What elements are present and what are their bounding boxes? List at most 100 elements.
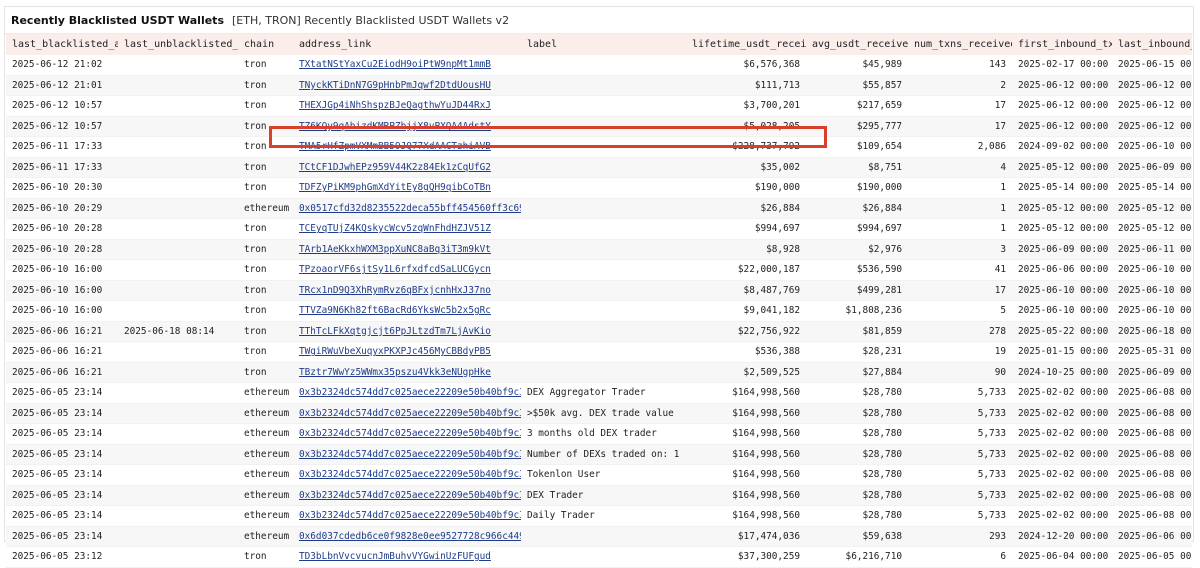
label-cell (521, 280, 686, 301)
label-cell: Daily Trader (521, 505, 686, 527)
address-link[interactable]: TThTcLFkXqtgjcjt6PpJLtzdTm7LjAvKio (299, 326, 491, 337)
num-txns-cell: 5,733 (908, 505, 1012, 527)
label-cell (521, 239, 686, 260)
address-link[interactable]: TNyckKTiDnN7G9pHnbPmJqwf2DtdUousHU (299, 80, 491, 91)
address-link[interactable]: TCEyqTUjZ4KQskycWcv5zqWnFhdHZJV51Z (299, 223, 491, 234)
table-row: 2025-06-05 23:14 ethereum 0x3b2324dc574dd7… (6, 444, 1192, 465)
lifetime-usdt-cell: $22,000,187 (686, 259, 806, 281)
label-cell (521, 198, 686, 219)
column-header-avg-usdt-received[interactable]: avg_usdt_received (806, 34, 908, 55)
address-link[interactable]: TDFZyPiKM9phGmXdYitEy8gQH9qibCoTBn (299, 182, 491, 193)
table-row: 2025-06-05 23:14 ethereum 0x3b2324dc574dd7… (6, 382, 1192, 404)
table-row: 2025-06-05 23:14 ethereum 0x3b2324dc574dd7… (6, 485, 1192, 506)
last-inbound-cell: 2025-06-18 00:00 (1112, 321, 1192, 342)
address-link[interactable]: 0x3b2324dc574dd7c025aece22209e50b40bf9c3… (299, 449, 521, 460)
avg-usdt-cell: $28,780 (806, 423, 908, 445)
label-cell (521, 218, 686, 240)
address-link[interactable]: TD3bLbnVvcvucnJmBuhvVYGwinUzFUFgud (299, 551, 491, 562)
num-txns-cell: 41 (908, 259, 1012, 281)
address-link[interactable]: TPzoaorVF6sjtSy1L6rfxdfcdSaLUCGycn (299, 264, 491, 275)
last-blacklisted-cell: 2025-06-05 23:12 (6, 546, 118, 568)
table-row: 2025-06-11 17:33 tron TCtCF1DJwhEPz959V44K… (6, 157, 1192, 178)
lifetime-usdt-cell: $164,998,560 (686, 505, 806, 527)
lifetime-usdt-cell: $6,576,368 (686, 55, 806, 76)
lifetime-usdt-cell: $111,713 (686, 75, 806, 96)
first-inbound-cell: 2025-02-02 00:00 (1012, 505, 1112, 527)
label-cell: 3 months old DEX trader (521, 423, 686, 445)
num-txns-cell: 5,733 (908, 423, 1012, 445)
address-link[interactable]: 0x3b2324dc574dd7c025aece22209e50b40bf9c3… (299, 510, 521, 521)
lifetime-usdt-cell: $164,998,560 (686, 464, 806, 486)
first-inbound-cell: 2025-02-17 00:00 (1012, 55, 1112, 76)
column-header-first-inbound-txn[interactable]: first_inbound_txn (1012, 34, 1112, 55)
last-unblacklisted-cell (118, 341, 238, 363)
address-link[interactable]: TTVZa9N6Kh82ft6BacRd6YksWc5b2x5gRc (299, 305, 491, 316)
num-txns-cell: 3 (908, 239, 1012, 260)
address-link[interactable]: 0x3b2324dc574dd7c025aece22209e50b40bf9c3… (299, 408, 521, 419)
address-link[interactable]: TArb1AeKkxhWXM3ppXuNC8aBq3iT3m9kVt (299, 244, 491, 255)
last-unblacklisted-cell (118, 485, 238, 506)
label-cell (521, 157, 686, 178)
address-link[interactable]: TCtCF1DJwhEPz959V44K2z84Ek1zCqUfG2 (299, 162, 491, 173)
address-link[interactable]: TXtatNStYaxCu2EiodH9oiPtW9npMt1mmB (299, 59, 491, 70)
avg-usdt-cell: $994,697 (806, 218, 908, 240)
address-cell: 0x3b2324dc574dd7c025aece22209e50b40bf9c3… (293, 505, 521, 527)
avg-usdt-cell: $28,780 (806, 485, 908, 506)
last-blacklisted-cell: 2025-06-05 23:14 (6, 526, 118, 547)
address-cell: TRcx1nD9Q3XhRymRvz6qBFxjcnhHxJ37no (293, 280, 521, 301)
column-header-last-inbound-txn[interactable]: last_inbound_txn (1112, 34, 1192, 55)
address-link[interactable]: 0x0517cfd32d8235522deca55bff454560ff3c69… (299, 203, 521, 214)
first-inbound-cell: 2025-02-02 00:00 (1012, 464, 1112, 486)
address-link[interactable]: 0x3b2324dc574dd7c025aece22209e50b40bf9c3… (299, 469, 521, 480)
num-txns-cell: 17 (908, 95, 1012, 117)
last-blacklisted-cell: 2025-06-11 17:33 (6, 157, 118, 178)
panel-header: Recently Blacklisted USDT Wallets [ETH, … (5, 7, 1193, 34)
chain-cell: tron (238, 136, 293, 158)
address-link[interactable]: TBztr7WwYz5WWmx35pszu4Vkk3eNUgpHke (299, 367, 491, 378)
chain-cell: tron (238, 95, 293, 117)
first-inbound-cell: 2024-09-02 00:00 (1012, 136, 1112, 158)
column-header-num-txns-received[interactable]: num_txns_received (908, 34, 1012, 55)
avg-usdt-cell: $81,859 (806, 321, 908, 342)
first-inbound-cell: 2025-02-02 00:00 (1012, 444, 1112, 465)
address-link[interactable]: 0x3b2324dc574dd7c025aece22209e50b40bf9c3… (299, 387, 521, 398)
column-header-address-link[interactable]: address_link (293, 34, 521, 55)
first-inbound-cell: 2025-02-02 00:00 (1012, 423, 1112, 445)
label-cell (521, 526, 686, 547)
last-unblacklisted-cell: 2025-06-18 08:14 (118, 321, 238, 342)
address-cell: TWgiRWuVbeXuqyxPKXPJc456MyCBBdyPB5 (293, 341, 521, 363)
column-header-last-blacklisted-at[interactable]: last_blacklisted_at (6, 34, 118, 55)
column-header-last-unblacklisted-at[interactable]: last_unblacklisted_at (118, 34, 238, 55)
column-header-label[interactable]: label (521, 34, 686, 55)
address-link[interactable]: TRcx1nD9Q3XhRymRvz6qBFxjcnhHxJ37no (299, 285, 491, 296)
chain-cell: ethereum (238, 198, 293, 219)
chain-cell: tron (238, 177, 293, 199)
last-unblacklisted-cell (118, 382, 238, 404)
table-row: 2025-06-11 17:33 tron TMA5rHfZpmVXMmBB59JQ… (6, 136, 1192, 158)
label-cell: DEX Aggregator Trader (521, 382, 686, 404)
column-header-lifetime-usdt-received[interactable]: lifetime_usdt_received (686, 34, 806, 55)
chain-cell: tron (238, 280, 293, 301)
avg-usdt-cell: $6,216,710 (806, 546, 908, 568)
num-txns-cell: 1 (908, 198, 1012, 219)
address-link[interactable]: THEXJGp4iNhShspzBJeQagthwYuJD44RxJ (299, 100, 491, 111)
column-header-chain[interactable]: chain (238, 34, 293, 55)
address-cell: TDFZyPiKM9phGmXdYitEy8gQH9qibCoTBn (293, 177, 521, 199)
chain-cell: ethereum (238, 464, 293, 486)
table-row: 2025-06-05 23:14 ethereum 0x6d037cdedb6ce0… (6, 526, 1192, 547)
last-unblacklisted-cell (118, 218, 238, 240)
last-blacklisted-cell: 2025-06-05 23:14 (6, 403, 118, 424)
address-link[interactable]: 0x3b2324dc574dd7c025aece22209e50b40bf9c3… (299, 490, 521, 501)
last-blacklisted-cell: 2025-06-05 23:14 (6, 505, 118, 527)
address-cell: TZ6KQy9qAbizdKMRPZbjjX8vPXQA4AdstY (293, 116, 521, 137)
address-cell: TPzoaorVF6sjtSy1L6rfxdfcdSaLUCGycn (293, 259, 521, 281)
chain-cell: tron (238, 546, 293, 568)
address-link[interactable]: TMA5rHfZpmVXMmBB59JQ77XdAACTzhiAVB (299, 141, 491, 152)
last-blacklisted-cell: 2025-06-12 10:57 (6, 95, 118, 117)
chain-cell: tron (238, 341, 293, 363)
address-link[interactable]: TZ6KQy9qAbizdKMRPZbjjX8vPXQA4AdstY (299, 121, 491, 132)
address-link[interactable]: 0x3b2324dc574dd7c025aece22209e50b40bf9c3… (299, 428, 521, 439)
address-link[interactable]: TWgiRWuVbeXuqyxPKXPJc456MyCBBdyPB5 (299, 346, 491, 357)
address-link[interactable]: 0x6d037cdedb6ce0f9828e0ee9527728c966c449… (299, 531, 521, 542)
avg-usdt-cell: $28,780 (806, 382, 908, 404)
